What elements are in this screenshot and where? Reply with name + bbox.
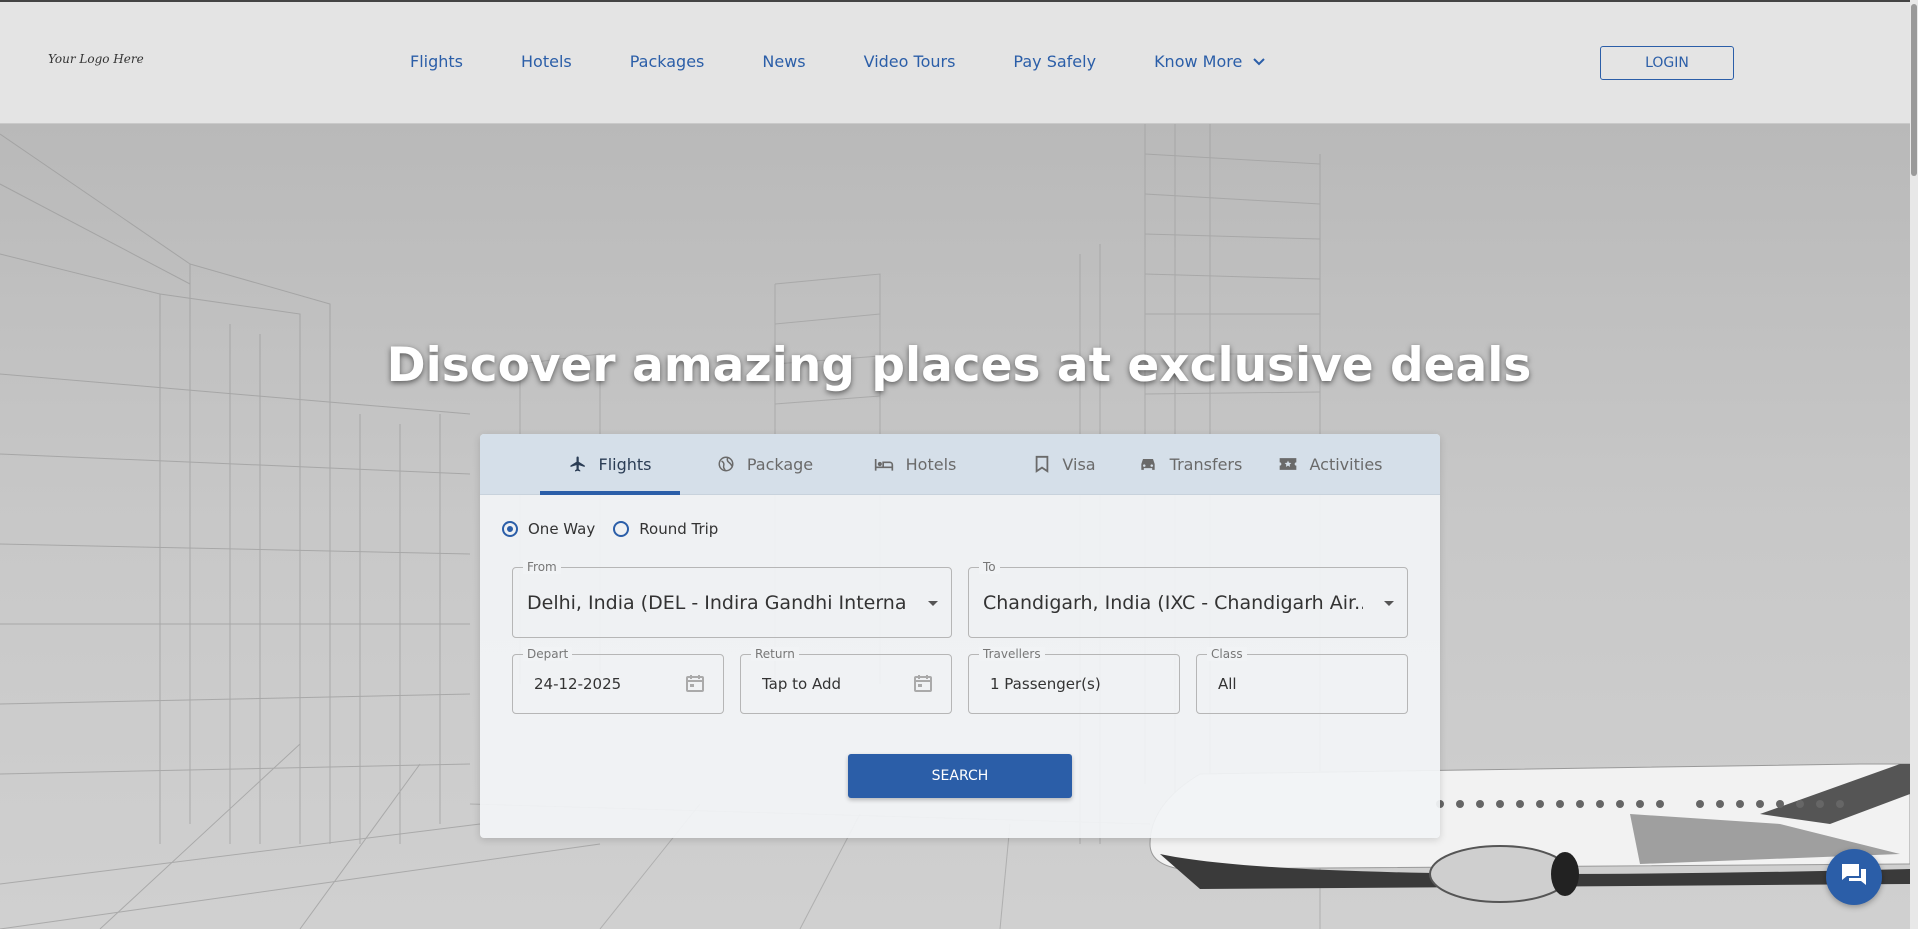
nav-flights[interactable]: Flights: [410, 52, 463, 71]
caret-down-icon: [928, 601, 938, 606]
chat-icon: [1839, 861, 1869, 893]
nav-pay-safely[interactable]: Pay Safely: [1013, 52, 1096, 71]
bed-icon: [874, 455, 894, 473]
airplane-icon: [569, 455, 587, 473]
depart-value: 24-12-2025: [534, 675, 622, 693]
login-button[interactable]: LOGIN: [1600, 46, 1734, 80]
chevron-down-icon: [1252, 57, 1266, 67]
logo[interactable]: Your Logo Here: [48, 52, 144, 66]
from-label: From: [523, 560, 561, 574]
calendar-icon[interactable]: [913, 673, 933, 693]
tab-package[interactable]: Package: [695, 434, 835, 494]
tab-transfers[interactable]: Transfers: [1120, 434, 1260, 494]
class-field[interactable]: Class All: [1196, 647, 1408, 714]
main-nav: Flights Hotels Packages News Video Tours…: [410, 52, 1266, 71]
tab-hotels-label: Hotels: [905, 454, 957, 474]
from-value: Delhi, India (DEL - Indira Gandhi Intern…: [527, 592, 907, 614]
tab-flights-label: Flights: [598, 454, 652, 474]
to-field[interactable]: To Chandigarh, India (IXC - Chandigarh A…: [968, 560, 1408, 638]
nav-packages[interactable]: Packages: [630, 52, 705, 71]
depart-label: Depart: [523, 647, 573, 661]
nav-know-more[interactable]: Know More: [1154, 52, 1266, 71]
trip-type-group: One Way Round Trip: [502, 520, 736, 538]
nav-know-more-label: Know More: [1154, 52, 1243, 71]
depart-field[interactable]: Depart 24-12-2025: [512, 647, 724, 714]
bookmark-icon: [1034, 455, 1050, 473]
class-value: All: [1218, 675, 1237, 693]
scrollbar-thumb[interactable]: [1911, 4, 1917, 176]
caret-down-icon: [1384, 601, 1394, 606]
nav-video-tours[interactable]: Video Tours: [864, 52, 956, 71]
search-tabs: Flights Package Hotels Visa Transfers Ac…: [480, 434, 1440, 495]
travellers-label: Travellers: [979, 647, 1045, 661]
page-scrollbar[interactable]: [1910, 0, 1918, 929]
tab-hotels[interactable]: Hotels: [845, 434, 985, 494]
car-icon: [1138, 455, 1158, 473]
return-label: Return: [751, 647, 799, 661]
site-header: Your Logo Here Flights Hotels Packages N…: [0, 2, 1910, 124]
chat-button[interactable]: [1826, 849, 1882, 905]
hero-title: Discover amazing places at exclusive dea…: [386, 338, 1532, 393]
nav-hotels[interactable]: Hotels: [521, 52, 572, 71]
radio-one-way[interactable]: One Way: [502, 520, 595, 538]
globe-icon: [717, 455, 735, 473]
to-value: Chandigarh, India (IXC - Chandigarh Air.…: [983, 592, 1363, 614]
search-panel: Flights Package Hotels Visa Transfers Ac…: [480, 434, 1440, 838]
return-value: Tap to Add: [762, 675, 842, 693]
tab-package-label: Package: [746, 454, 814, 474]
radio-one-way-circle[interactable]: [502, 521, 518, 537]
from-field[interactable]: From Delhi, India (DEL - Indira Gandhi I…: [512, 560, 952, 638]
tab-activities-label: Activities: [1309, 454, 1383, 474]
travellers-field[interactable]: Travellers 1 Passenger(s): [968, 647, 1180, 714]
tab-flights[interactable]: Flights: [540, 434, 680, 495]
tab-activities[interactable]: Activities: [1260, 434, 1400, 494]
tab-transfers-label: Transfers: [1169, 454, 1243, 474]
return-field[interactable]: Return Tap to Add: [740, 647, 952, 714]
class-label: Class: [1207, 647, 1247, 661]
tab-visa-label: Visa: [1062, 454, 1096, 474]
ticket-icon: [1278, 456, 1298, 472]
radio-one-way-label: One Way: [528, 520, 596, 538]
travellers-value: 1 Passenger(s): [990, 675, 1101, 693]
tab-visa[interactable]: Visa: [995, 434, 1135, 494]
radio-round-trip[interactable]: Round Trip: [613, 520, 718, 538]
calendar-icon[interactable]: [685, 673, 705, 693]
radio-round-trip-circle[interactable]: [613, 521, 630, 537]
to-label: To: [979, 560, 1000, 574]
nav-news[interactable]: News: [762, 52, 805, 71]
search-button[interactable]: SEARCH: [848, 754, 1072, 798]
radio-round-trip-label: Round Trip: [639, 520, 719, 538]
